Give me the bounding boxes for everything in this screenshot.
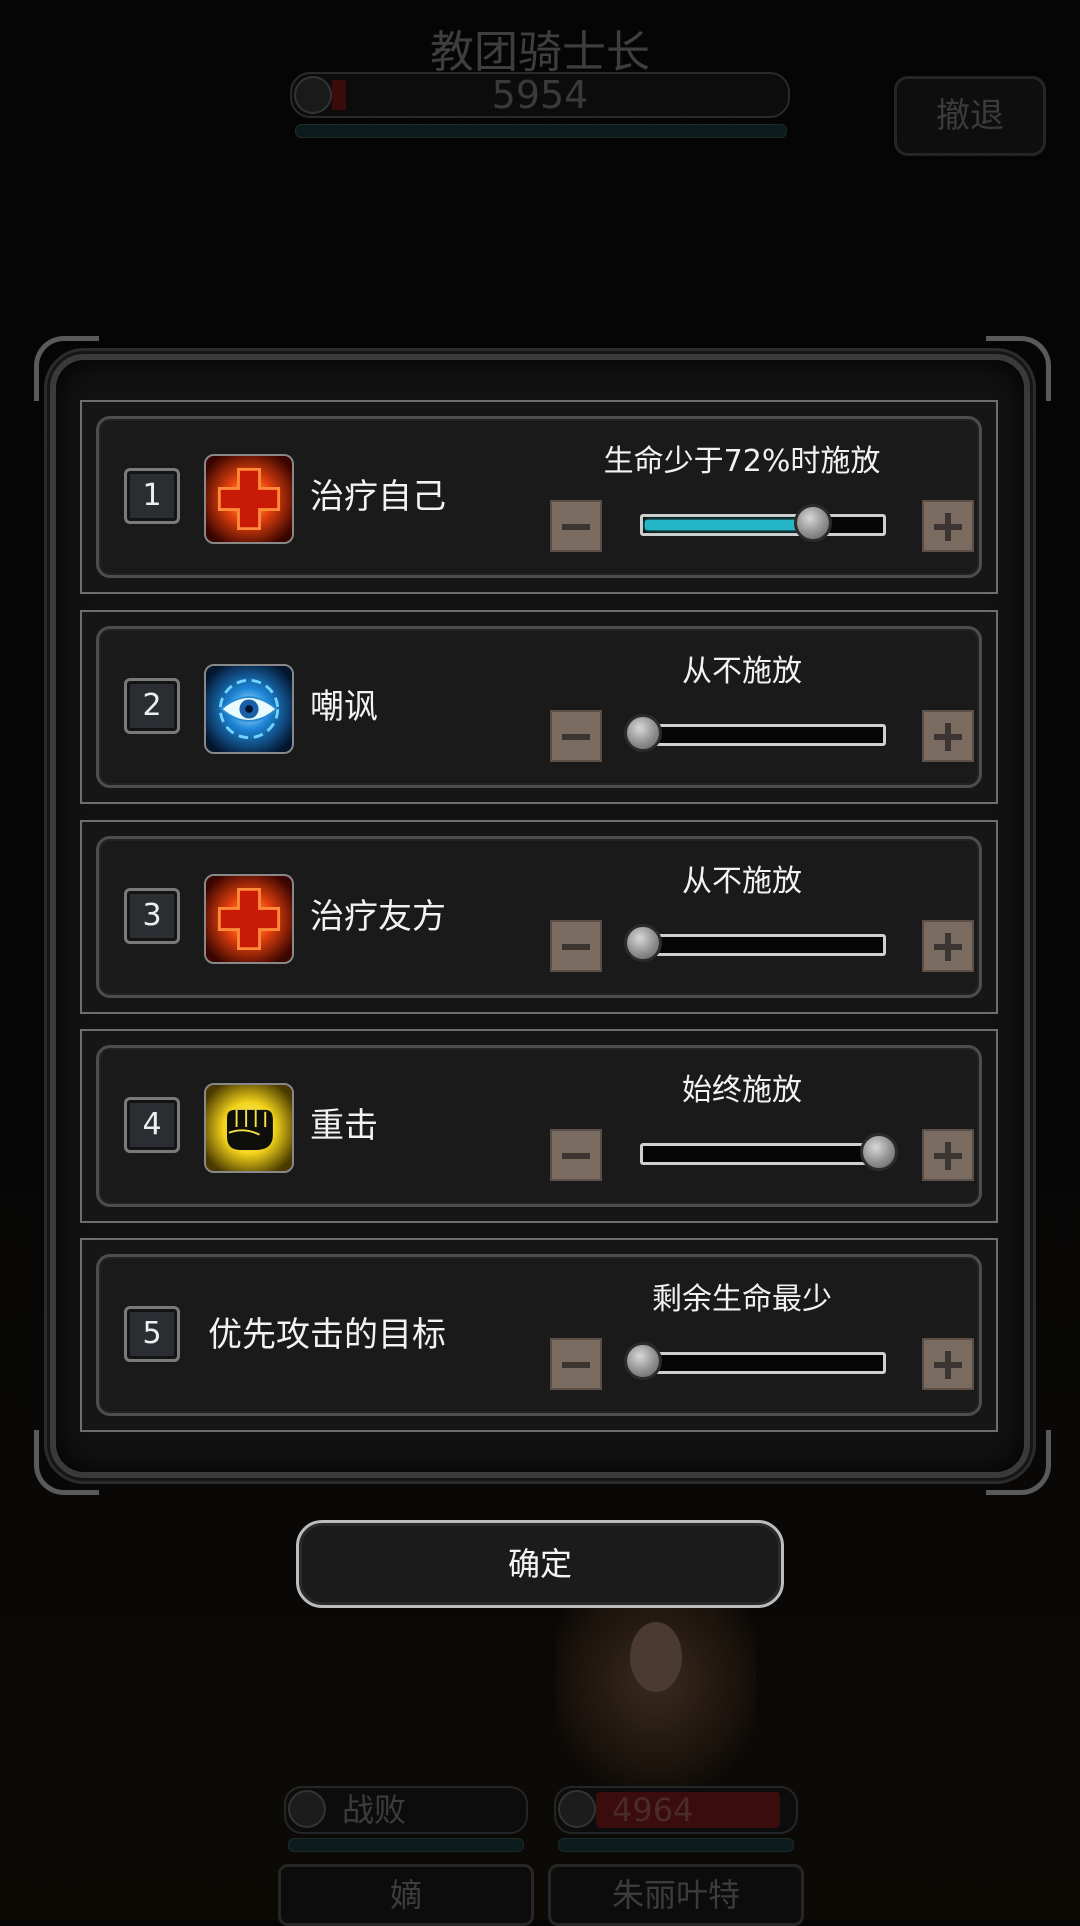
fist-strike-icon [204, 1083, 294, 1173]
minus-icon [562, 734, 590, 740]
slider-knob[interactable] [624, 714, 662, 752]
slider-knob[interactable] [624, 1342, 662, 1380]
skill-row-1: 1 治疗自己 生命少于72%时施放 [80, 400, 998, 594]
slider-knob[interactable] [624, 924, 662, 962]
party-sub-bar [288, 1838, 524, 1852]
boss-sub-bar [295, 124, 787, 138]
frame-corner-ornament [986, 336, 1051, 401]
cast-condition: 始终施放 [682, 1073, 802, 1108]
skill-index: 5 [124, 1306, 180, 1362]
cast-threshold-slider[interactable] [640, 504, 886, 542]
skill-index: 4 [124, 1097, 180, 1153]
party-name-1[interactable]: 嫡 [278, 1864, 534, 1926]
cast-condition: 从不施放 [682, 654, 802, 689]
boss-hp-bar: 5954 [290, 72, 790, 118]
cast-threshold-slider[interactable] [640, 1133, 898, 1171]
minus-icon [562, 1362, 590, 1368]
boss-name: 教团骑士长 [430, 27, 650, 78]
slider-knob[interactable] [860, 1133, 898, 1171]
confirm-button[interactable]: 确定 [296, 1520, 784, 1608]
skill-index: 3 [124, 888, 180, 944]
decrease-button[interactable] [550, 1129, 602, 1181]
slider-fill [645, 520, 807, 530]
skill-row-2: 2 嘲讽 从不施放 [80, 610, 998, 804]
increase-button[interactable] [922, 500, 974, 552]
increase-button[interactable] [922, 710, 974, 762]
skill-name: 治疗友方 [310, 897, 446, 937]
increase-button[interactable] [922, 1338, 974, 1390]
decrease-button[interactable] [550, 710, 602, 762]
decrease-button[interactable] [550, 920, 602, 972]
party-orb-icon [558, 1790, 596, 1828]
retreat-button[interactable]: 撤退 [894, 76, 1046, 156]
party-name-2[interactable]: 朱丽叶特 [548, 1864, 804, 1926]
slider-knob[interactable] [794, 504, 832, 542]
skill-name: 治疗自己 [310, 477, 446, 517]
hero-portrait [556, 1608, 756, 1788]
cast-condition: 生命少于72%时施放 [603, 444, 881, 479]
decrease-button[interactable] [550, 500, 602, 552]
minus-icon [562, 944, 590, 950]
decrease-button[interactable] [550, 1338, 602, 1390]
cast-threshold-slider[interactable] [624, 924, 886, 962]
party-status: 战败 [342, 1791, 407, 1829]
party-hp-bar-1: 战败 [284, 1786, 528, 1834]
target-priority-label: 优先攻击的目标 [208, 1315, 446, 1355]
party-hp-bar-2: 4964 [554, 1786, 798, 1834]
skill-name: 重击 [310, 1106, 378, 1146]
red-cross-heal-icon [204, 454, 294, 544]
party-orb-icon [288, 1790, 326, 1828]
target-priority-value: 剩余生命最少 [652, 1282, 832, 1317]
party-status: 4964 [612, 1791, 694, 1829]
cast-threshold-slider[interactable] [624, 714, 886, 752]
increase-button[interactable] [922, 1129, 974, 1181]
party-sub-bar [558, 1838, 794, 1852]
minus-icon [562, 524, 590, 530]
skill-index: 1 [124, 468, 180, 524]
frame-corner-ornament [34, 336, 99, 401]
frame-corner-ornament [34, 1430, 99, 1495]
skill-row-3: 3 治疗友方 从不施放 [80, 820, 998, 1014]
boss-hp-value: 5954 [491, 73, 589, 117]
skill-index: 2 [124, 678, 180, 734]
skill-name: 嘲讽 [310, 687, 378, 727]
blue-eye-taunt-icon [204, 664, 294, 754]
skill-row-4: 4 重击 始终施放 [80, 1029, 998, 1223]
target-priority-row: 5 优先攻击的目标 剩余生命最少 [80, 1238, 998, 1432]
frame-corner-ornament [986, 1430, 1051, 1495]
target-priority-slider[interactable] [624, 1342, 886, 1380]
minus-icon [562, 1153, 590, 1159]
increase-button[interactable] [922, 920, 974, 972]
red-cross-heal-icon [204, 874, 294, 964]
cast-condition: 从不施放 [682, 864, 802, 899]
portrait-head [630, 1622, 682, 1692]
